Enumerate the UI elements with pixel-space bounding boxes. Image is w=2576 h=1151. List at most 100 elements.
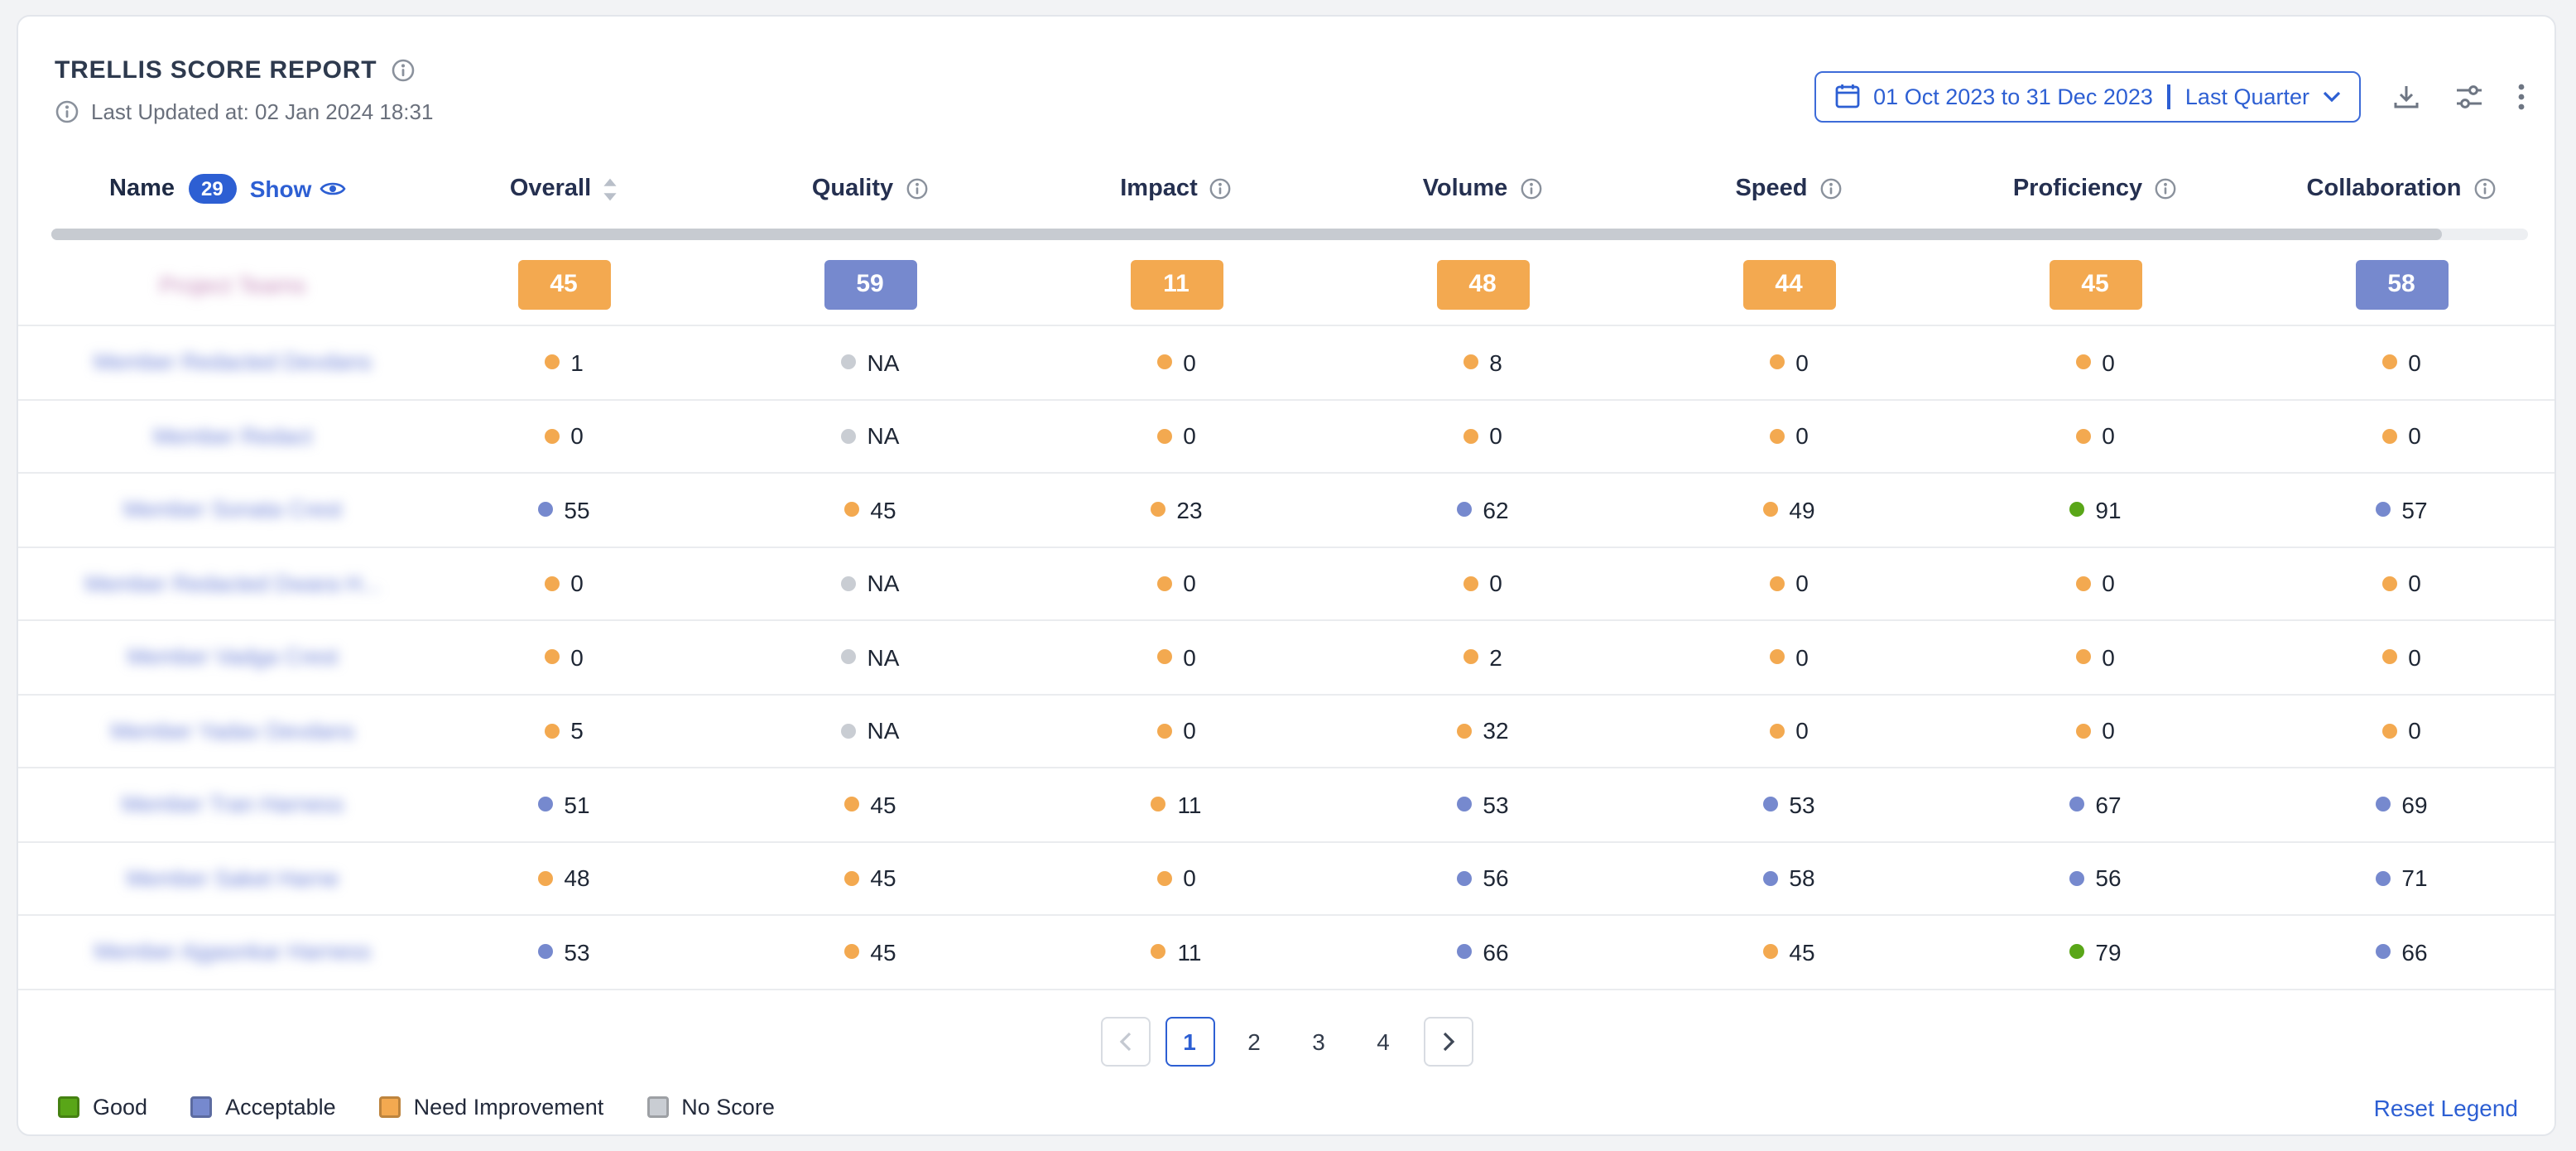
- column-header-impact[interactable]: Impact: [1023, 176, 1329, 202]
- pagination-page-2[interactable]: 2: [1229, 1016, 1279, 1066]
- score-cell: 0: [1942, 349, 2248, 376]
- score-value: 1: [570, 349, 584, 376]
- score-cell: 32: [1329, 718, 1636, 744]
- reset-legend-link[interactable]: Reset Legend: [2374, 1094, 2518, 1120]
- column-header-proficiency[interactable]: Proficiency: [1942, 176, 2248, 202]
- score-dot: [544, 429, 559, 444]
- team-name-link[interactable]: Project Teams: [160, 271, 306, 297]
- pagination-prev-button[interactable]: [1100, 1016, 1150, 1066]
- legend-swatch: [58, 1096, 79, 1118]
- score-chip[interactable]: 48: [1436, 259, 1529, 309]
- score-dot: [544, 650, 559, 665]
- score-value: 8: [1489, 349, 1502, 376]
- horizontal-scrollbar-thumb[interactable]: [51, 229, 2441, 240]
- score-cell: 69: [2248, 792, 2554, 818]
- member-name-link[interactable]: Member Saket Harne: [127, 866, 339, 891]
- score-value: NA: [867, 718, 900, 744]
- score-cell: 0: [1023, 718, 1329, 744]
- score-value: 0: [1795, 423, 1809, 450]
- score-cell: 45: [717, 939, 1023, 966]
- score-cell: 8: [1329, 349, 1636, 376]
- legend-item-acceptable[interactable]: Acceptable: [190, 1095, 336, 1120]
- score-value: 11: [1177, 792, 1201, 818]
- score-cell: 5: [411, 718, 717, 744]
- score-dot: [2381, 429, 2396, 444]
- column-header-collaboration[interactable]: Collaboration: [2248, 176, 2554, 202]
- title-info-icon[interactable]: [390, 58, 415, 83]
- column-header-overall[interactable]: Overall: [411, 176, 717, 202]
- score-value: 53: [564, 939, 589, 966]
- score-cell: NA: [717, 349, 1023, 376]
- info-icon[interactable]: [905, 177, 928, 200]
- score-cell: 23: [1023, 497, 1329, 523]
- member-name-link[interactable]: Member Redacted Dwara H...: [84, 571, 380, 596]
- score-value: 55: [564, 497, 589, 523]
- score-cell: NA: [717, 718, 1023, 744]
- score-value: 0: [2102, 423, 2115, 450]
- score-cell: 62: [1329, 497, 1636, 523]
- date-range-picker[interactable]: 01 Oct 2023 to 31 Dec 2023 Last Quarter: [1814, 70, 2361, 122]
- legend-label: Good: [93, 1095, 147, 1120]
- score-chip[interactable]: 45: [2049, 259, 2141, 309]
- score-value: 0: [1795, 644, 1809, 671]
- score-dot: [2375, 945, 2390, 960]
- score-chip[interactable]: 45: [517, 259, 610, 309]
- pagination-next-button[interactable]: [1423, 1016, 1473, 1066]
- legend-item-need-improvement[interactable]: Need Improvement: [379, 1095, 604, 1120]
- score-value: 45: [870, 497, 896, 523]
- table-row: Member Redacted Dwara H...0NA00000: [18, 547, 2554, 621]
- score-dot: [841, 650, 856, 665]
- legend-item-good[interactable]: Good: [58, 1095, 147, 1120]
- score-value: 79: [2095, 939, 2121, 966]
- member-name-link[interactable]: Member Redact: [153, 424, 312, 449]
- member-name-link[interactable]: Member Vadga Crest: [127, 645, 339, 670]
- member-name-link[interactable]: Member Ajgaonkar Harness: [94, 940, 372, 965]
- summary-score-cell: 59: [717, 259, 1023, 309]
- score-chip[interactable]: 11: [1130, 259, 1223, 309]
- info-icon[interactable]: [1209, 177, 1233, 200]
- score-dot: [2375, 871, 2390, 886]
- settings-sliders-button[interactable]: [2452, 79, 2487, 113]
- member-name-link[interactable]: Member Sonata Crest: [123, 498, 342, 523]
- column-header-speed[interactable]: Speed: [1636, 176, 1942, 202]
- info-icon[interactable]: [2154, 177, 2177, 200]
- sort-icon[interactable]: [603, 176, 618, 201]
- info-icon[interactable]: [1819, 177, 1843, 200]
- score-dot: [2375, 503, 2390, 518]
- table-row: Member Vadga Crest0NA02000: [18, 621, 2554, 695]
- score-chip[interactable]: 58: [2355, 259, 2448, 309]
- info-icon[interactable]: [1519, 177, 1542, 200]
- column-header-volume[interactable]: Volume: [1329, 176, 1636, 202]
- score-chip[interactable]: 44: [1742, 259, 1835, 309]
- score-chip[interactable]: 59: [824, 259, 916, 309]
- column-header-quality[interactable]: Quality: [717, 176, 1023, 202]
- download-button[interactable]: [2389, 79, 2424, 113]
- score-cell: 0: [1636, 423, 1942, 450]
- score-dot: [1463, 355, 1478, 370]
- score-value: NA: [867, 423, 900, 450]
- score-value: 0: [1183, 644, 1196, 671]
- score-dot: [2075, 576, 2090, 591]
- pagination-page-3[interactable]: 3: [1294, 1016, 1343, 1066]
- member-name-link[interactable]: Member Yadav Devdans: [111, 719, 355, 744]
- legend-item-no-score[interactable]: No Score: [646, 1095, 775, 1120]
- score-value: 45: [1789, 939, 1814, 966]
- score-value: 45: [870, 865, 896, 892]
- pagination-page-4[interactable]: 4: [1358, 1016, 1408, 1066]
- score-dot: [1769, 724, 1784, 739]
- score-cell: 0: [1636, 644, 1942, 671]
- column-header-label: Quality: [812, 176, 893, 202]
- member-name-link[interactable]: Member Tran Harness: [122, 792, 344, 817]
- score-value: 0: [2102, 644, 2115, 671]
- score-value: 0: [1795, 349, 1809, 376]
- score-value: 0: [570, 423, 584, 450]
- show-link[interactable]: Show: [250, 176, 347, 202]
- info-icon[interactable]: [2473, 177, 2496, 200]
- member-name-link[interactable]: Member Redacted Devdans: [94, 350, 372, 375]
- score-value: 53: [1483, 792, 1508, 818]
- score-dot: [1762, 797, 1777, 812]
- score-value: 69: [2401, 792, 2427, 818]
- pagination-page-1[interactable]: 1: [1165, 1016, 1214, 1066]
- summary-score-cell: 45: [1942, 259, 2248, 309]
- more-options-kebab-button[interactable]: [2515, 79, 2528, 113]
